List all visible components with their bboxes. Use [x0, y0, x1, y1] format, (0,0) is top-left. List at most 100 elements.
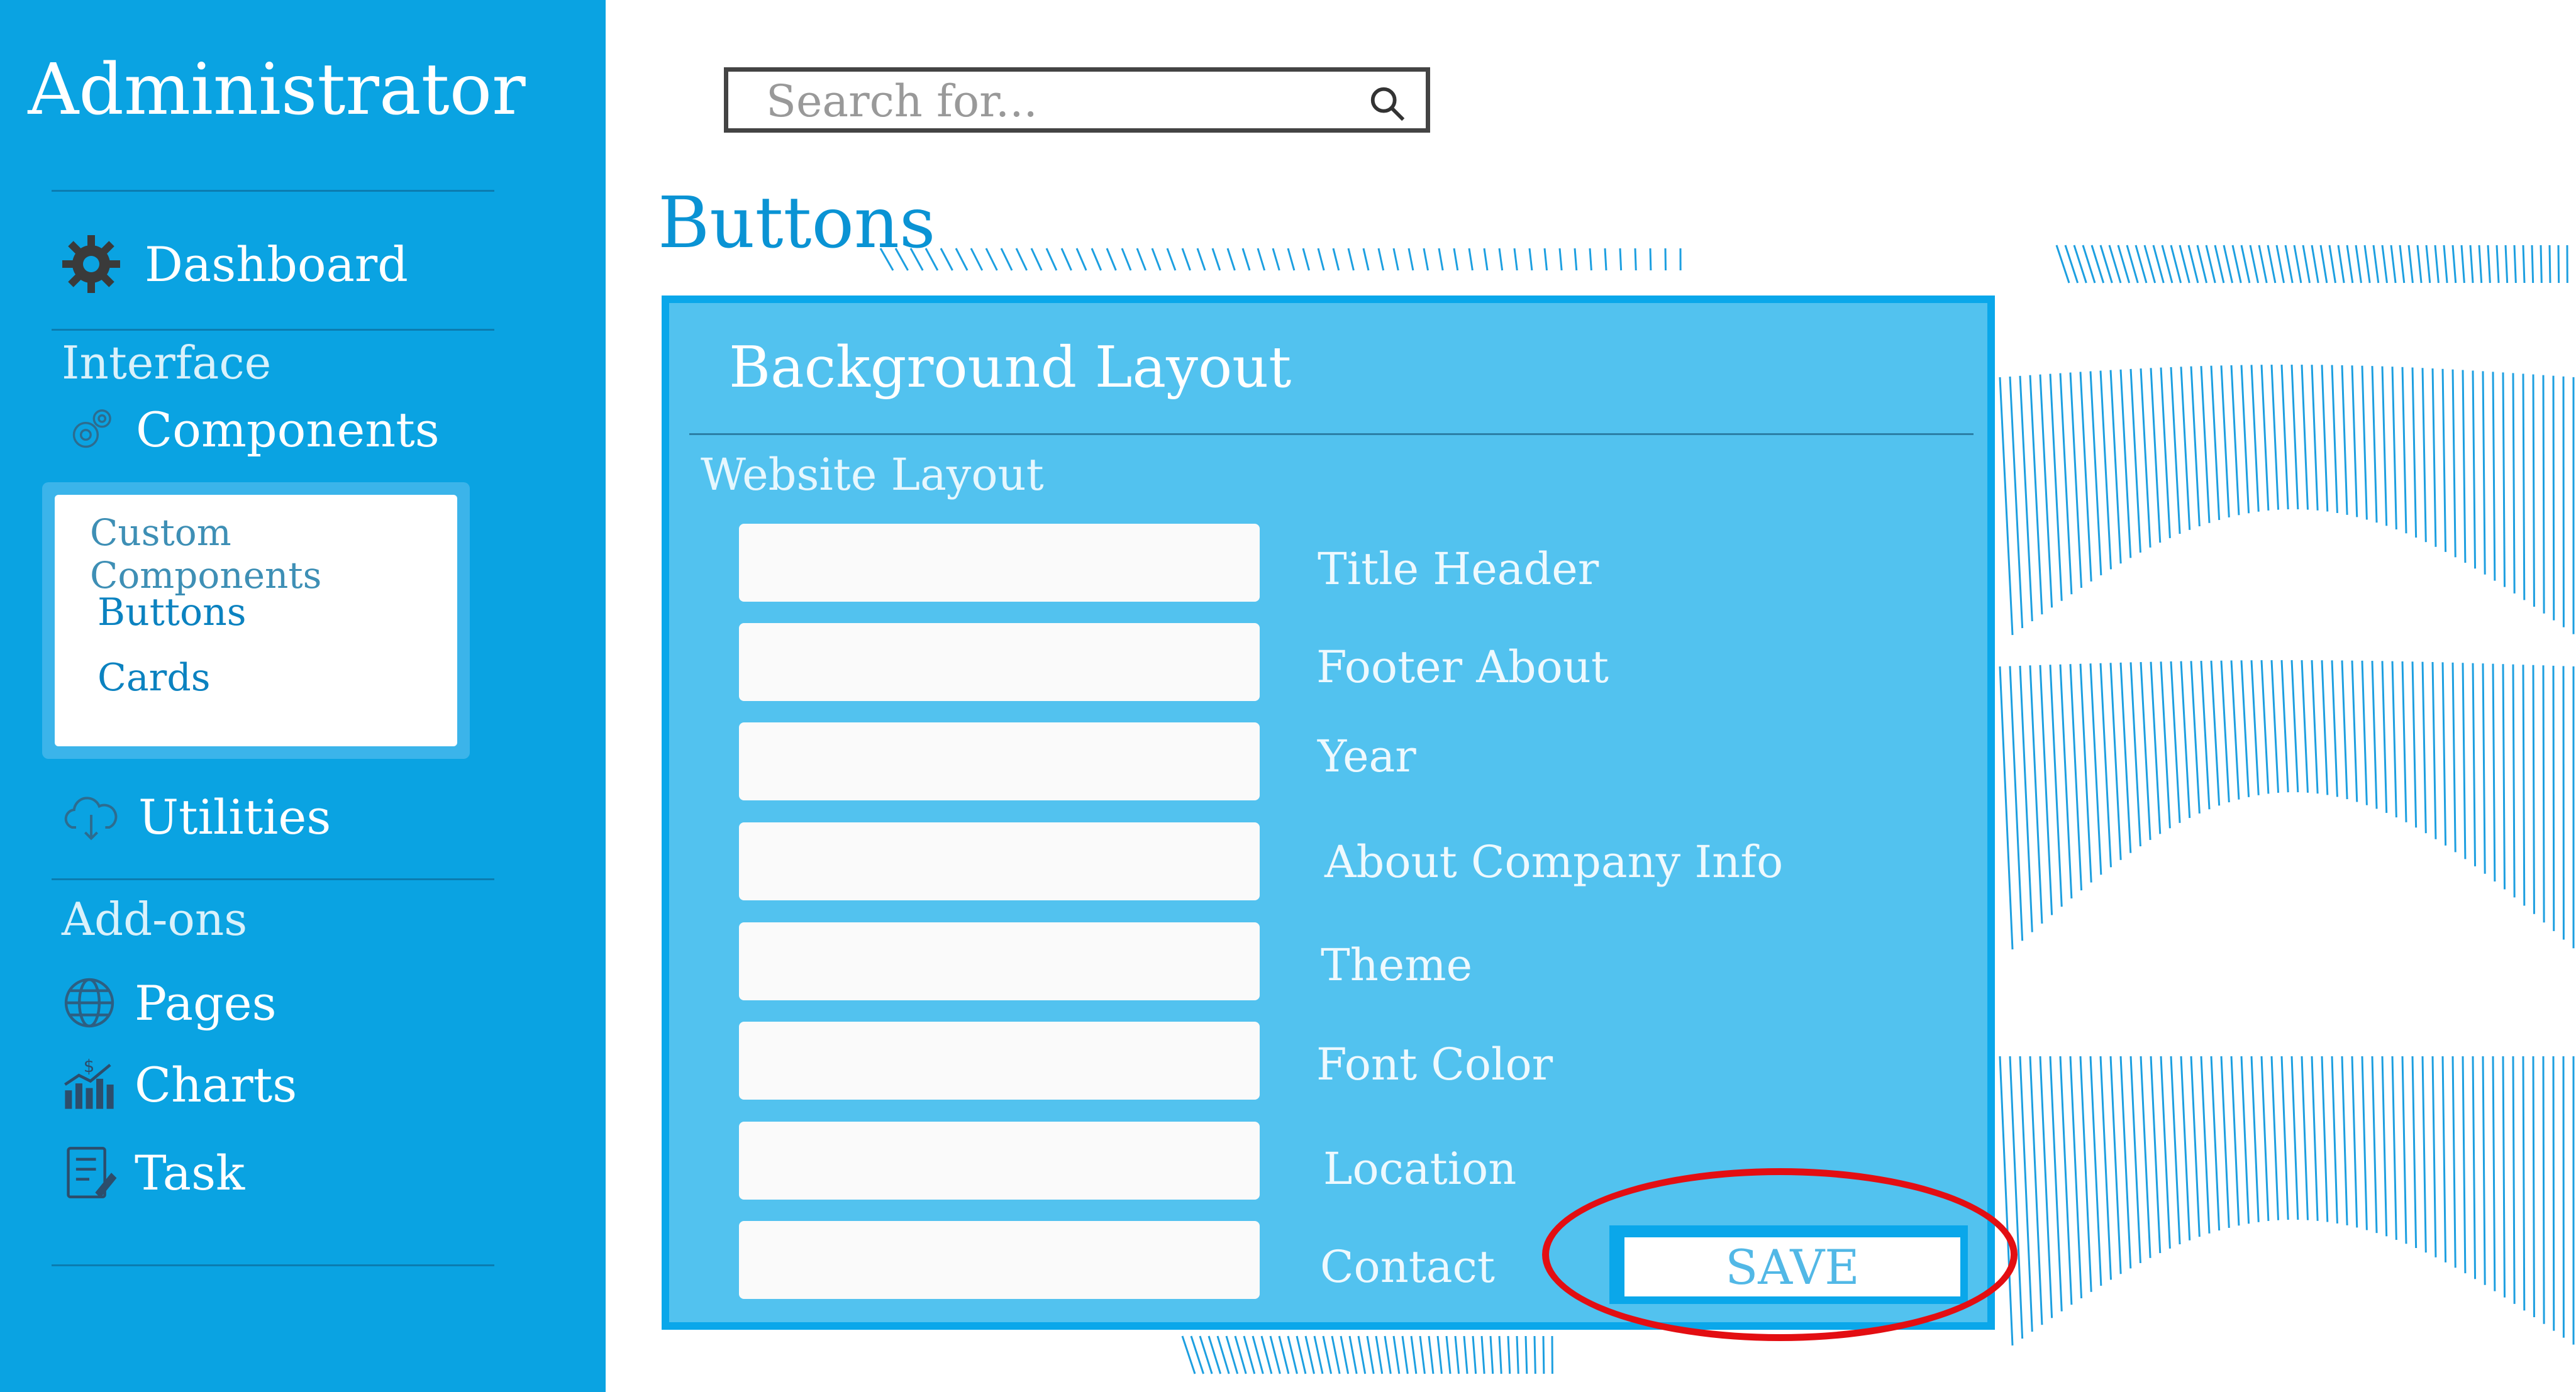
save-button[interactable]: SAVE: [1624, 1237, 1960, 1296]
decorative-line: [2372, 245, 2380, 284]
search-input[interactable]: [765, 77, 1333, 126]
decorative-line: [2472, 663, 2477, 866]
decorative-line: [2240, 1056, 2250, 1224]
decorative-line: [2513, 245, 2517, 284]
decorative-line: [1999, 666, 2014, 950]
decorative-line: [2341, 660, 2348, 800]
decorative-line: [2180, 661, 2191, 819]
decorative-line: [1269, 1335, 1281, 1374]
decorative-line: [2109, 663, 2122, 860]
decorative-line: [2351, 365, 2358, 517]
decorative-line: [2421, 661, 2427, 834]
decorative-line: [1480, 1335, 1485, 1374]
decorative-line: [2258, 245, 2268, 284]
title-header-field[interactable]: [739, 524, 1260, 602]
decorative-line: [2381, 1056, 2388, 1237]
decorative-line: [2371, 1056, 2378, 1234]
field-label-footer-about: Footer About: [1316, 641, 1609, 693]
font-color-field[interactable]: [739, 1022, 1260, 1100]
decorative-line: [2522, 665, 2526, 906]
decorative-line: [2451, 369, 2457, 558]
search-icon[interactable]: [1368, 84, 1407, 123]
decorative-line: [1543, 248, 1548, 271]
theme-field[interactable]: [739, 922, 1260, 1000]
footer-about-field[interactable]: [739, 623, 1260, 701]
decorative-line: [1015, 248, 1028, 271]
decorative-line: [1375, 1335, 1384, 1374]
about-company-info-field[interactable]: [739, 822, 1260, 900]
decorative-line: [2009, 376, 2024, 629]
decorative-line: [2301, 365, 2309, 510]
decorative-line: [2301, 660, 2309, 793]
decorative-line: [2049, 665, 2063, 907]
decorative-line: [2150, 368, 2162, 543]
decorative-line: [2451, 662, 2457, 853]
decorative-line: [2355, 245, 2362, 284]
decorative-line: [2411, 367, 2418, 538]
decorative-line: [2321, 660, 2329, 795]
decorative-line: [2416, 245, 2423, 284]
submenu-item-buttons[interactable]: Buttons: [97, 590, 247, 634]
decorative-line: [2223, 245, 2234, 284]
chart-icon: $: [58, 1053, 121, 1116]
decorative-line: [2290, 660, 2299, 793]
decorative-line: [2331, 660, 2338, 797]
decorative-line: [2079, 1056, 2092, 1292]
decorative-line: [1252, 1335, 1264, 1374]
decorative-line: [2381, 245, 2388, 284]
decorative-line: [1304, 1335, 1315, 1374]
page-title: Buttons: [658, 182, 936, 264]
decorative-line: [1634, 248, 1637, 271]
decorative-line: [2029, 665, 2043, 924]
contact-field[interactable]: [739, 1221, 1260, 1299]
decorative-line: [2179, 245, 2190, 284]
field-label-theme: Theme: [1321, 939, 1473, 991]
decorative-line: [2230, 660, 2240, 800]
sidebar-item-label: Utilities: [138, 789, 331, 845]
decorative-line: [1347, 248, 1355, 271]
decorative-line: [2059, 373, 2073, 595]
panel-divider: [689, 433, 1974, 435]
sidebar-item-charts[interactable]: $ Charts: [58, 1053, 297, 1116]
decorative-line: [2143, 245, 2157, 284]
decorative-line: [2542, 1056, 2545, 1324]
decorative-line: [2231, 245, 2242, 284]
decorative-line: [2039, 374, 2053, 608]
decorative-line: [2135, 245, 2148, 284]
decorative-line: [1241, 248, 1251, 271]
decorative-line: [1463, 1335, 1468, 1374]
decorative-line: [2240, 660, 2250, 797]
decorative-line: [2109, 370, 2122, 564]
decorative-line: [2126, 245, 2139, 284]
decorative-line: [2302, 245, 2311, 284]
decorative-line: [2089, 663, 2102, 875]
decorative-line: [2009, 666, 2024, 941]
sidebar-item-dashboard[interactable]: Dashboard: [57, 229, 408, 299]
decorative-line: [2434, 245, 2440, 284]
sidebar-item-utilities[interactable]: Utilities: [58, 789, 331, 845]
decorative-line: [2421, 368, 2427, 543]
year-field[interactable]: [739, 722, 1260, 800]
submenu-item-cards[interactable]: Cards: [97, 656, 211, 700]
decorative-line: [2250, 1056, 2260, 1222]
decorative-line: [2552, 665, 2555, 931]
decorative-line: [2099, 663, 2112, 868]
sidebar-item-components[interactable]: Components: [63, 401, 440, 458]
sidebar-item-pages[interactable]: Pages: [58, 971, 277, 1034]
decorative-line: [1524, 1335, 1528, 1374]
decorative-line: [2079, 663, 2092, 883]
decorative-line: [2311, 660, 2319, 794]
decorative-line: [2311, 245, 2319, 284]
decorative-line: [2196, 245, 2208, 284]
decorative-line: [2260, 365, 2270, 511]
decorative-line: [940, 248, 953, 271]
decorative-line: [2351, 660, 2358, 802]
decorative-line: [2049, 373, 2063, 601]
location-field[interactable]: [739, 1122, 1260, 1200]
decorative-line: [2532, 374, 2535, 607]
decorative-line: [2531, 245, 2534, 284]
sidebar-item-task[interactable]: Task: [58, 1141, 245, 1204]
decorative-line: [1392, 1335, 1401, 1374]
decorative-line: [2129, 368, 2141, 553]
decorative-line: [2280, 1056, 2289, 1220]
